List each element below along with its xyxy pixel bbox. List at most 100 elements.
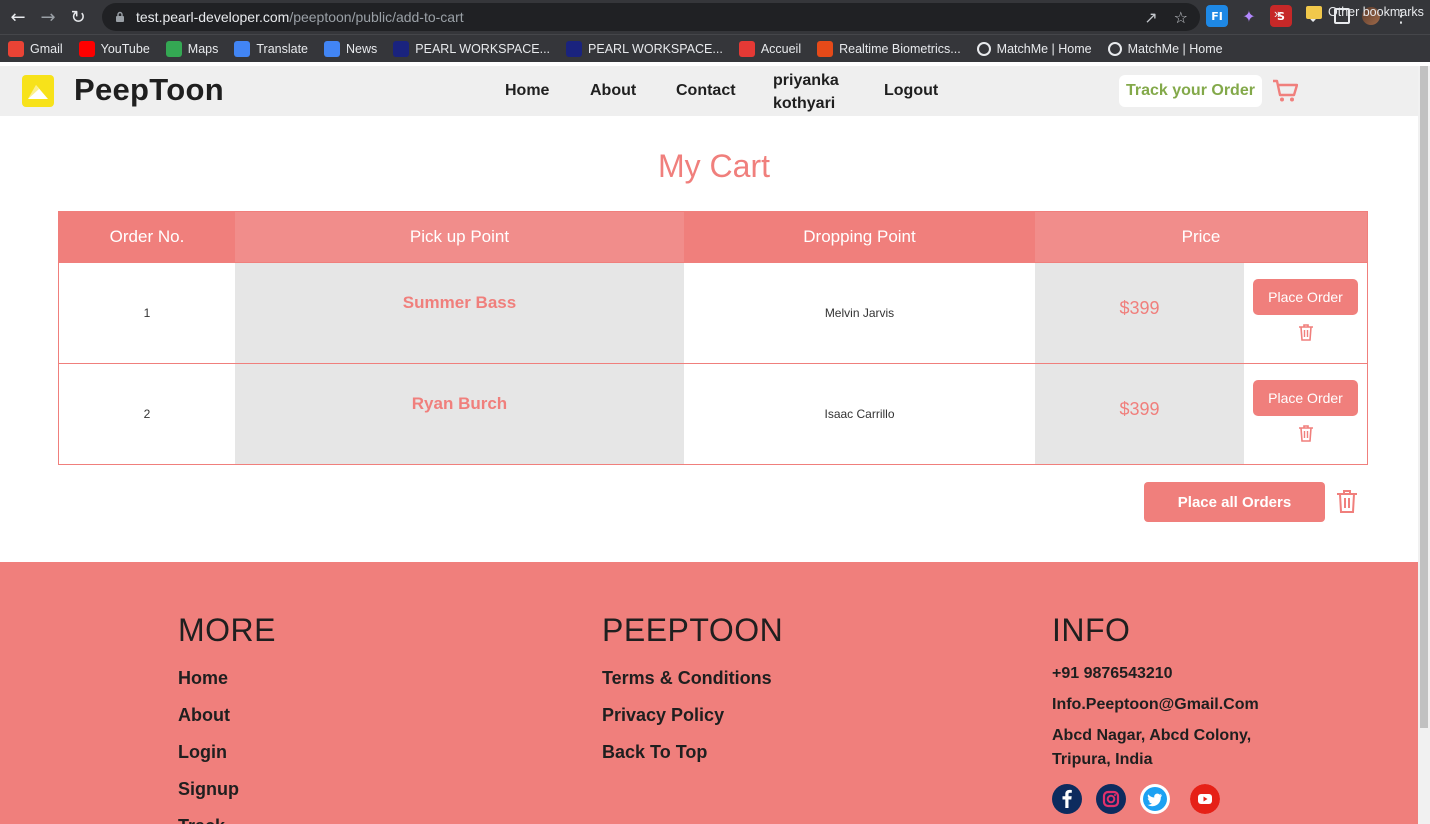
footer-link-track[interactable]: Track: [178, 816, 225, 824]
footer-link-home[interactable]: Home: [178, 668, 228, 689]
bookmark-star-icon[interactable]: ☆: [1174, 8, 1188, 27]
user-last-name: kothyari: [773, 95, 836, 112]
globe-icon: [1107, 41, 1122, 56]
cell-pickup: Ryan Burch: [235, 364, 684, 464]
footer-link-signup[interactable]: Signup: [178, 779, 239, 800]
bookmark-label: MatchMe | Home: [996, 41, 1092, 56]
col-dropping: Dropping Point: [684, 212, 1035, 262]
cell-actions: Place Order: [1244, 263, 1367, 363]
url-text: test.pearl-developer.com/peeptoon/public…: [136, 9, 464, 25]
biometrics-icon: [817, 40, 834, 57]
footer-address-line2: Tripura, India: [1052, 751, 1153, 768]
peeptoon-logo-icon[interactable]: [22, 75, 54, 107]
footer-email: Info.Peeptoon@Gmail.Com: [1052, 696, 1259, 713]
track-order-button[interactable]: Track your Order: [1119, 75, 1262, 107]
nav-logout[interactable]: Logout: [884, 82, 938, 100]
maps-icon: [165, 40, 182, 57]
footer-link-login[interactable]: Login: [178, 742, 227, 763]
extension-feather-icon[interactable]: ✦: [1238, 5, 1260, 27]
bookmark-item[interactable]: PEARL WORKSPACE...: [385, 40, 558, 57]
bookmark-item[interactable]: MatchMe | Home: [1100, 41, 1231, 56]
bookmark-item[interactable]: Realtime Biometrics...: [809, 40, 969, 57]
bookmark-label: Realtime Biometrics...: [839, 41, 961, 56]
bookmark-item[interactable]: PEARL WORKSPACE...: [558, 40, 731, 57]
facebook-icon[interactable]: [1052, 784, 1082, 814]
globe-icon: [976, 41, 991, 56]
other-bookmarks-label: Other bookmarks: [1328, 5, 1424, 19]
nav-about[interactable]: About: [590, 82, 636, 100]
footer-phone: +91 9876543210: [1052, 665, 1173, 682]
page-scrollbar[interactable]: [1418, 66, 1430, 824]
nav-user-name[interactable]: priyanka kothyari: [773, 69, 853, 115]
user-first-name: priyanka: [773, 72, 839, 89]
cell-order-no: 2: [143, 407, 151, 421]
trash-icon[interactable]: [1298, 424, 1314, 442]
youtube-icon: [78, 40, 95, 57]
trash-all-icon[interactable]: [1336, 489, 1358, 514]
cell-pickup: Summer Bass: [235, 263, 684, 363]
scrollbar-thumb[interactable]: [1420, 66, 1428, 728]
footer-info-title: INFO: [1052, 612, 1131, 648]
col-price: Price: [1035, 212, 1367, 262]
bookmarks-more[interactable]: »: [1274, 6, 1281, 21]
pearl-icon: [566, 40, 583, 57]
place-order-button[interactable]: Place Order: [1253, 279, 1358, 315]
bookmark-item[interactable]: Accueil: [731, 40, 809, 57]
site-footer: MORE Home About Login Signup Track PEEPT…: [0, 562, 1418, 824]
reload-icon[interactable]: ↻: [64, 3, 92, 31]
extension-fi-icon[interactable]: FI: [1206, 5, 1228, 27]
site-header: PeepToon Home About Contact priyanka kot…: [0, 66, 1418, 116]
cell-dropping: Melvin Jarvis: [824, 306, 895, 320]
bookmark-label: Maps: [187, 41, 219, 56]
bookmark-label: Accueil: [760, 41, 802, 56]
nav-contact[interactable]: Contact: [676, 82, 736, 100]
brand-name[interactable]: PeepToon: [74, 72, 224, 108]
twitter-icon[interactable]: [1140, 784, 1170, 814]
lock-icon: [116, 11, 124, 22]
bookmark-label: MatchMe | Home: [1127, 41, 1223, 56]
cell-price: $399: [1035, 364, 1244, 464]
footer-peeptoon-title: PEEPTOON: [602, 612, 784, 648]
translate-icon: [234, 40, 251, 57]
bookmark-item[interactable]: MatchMe | Home: [969, 41, 1100, 56]
bookmark-label: PEARL WORKSPACE...: [415, 41, 551, 56]
table-row: 1 Summer Bass Melvin Jarvis $399 Place O…: [59, 262, 1367, 363]
cart-icon[interactable]: [1272, 79, 1298, 103]
nav-home[interactable]: Home: [505, 82, 549, 100]
forward-icon[interactable]: →: [34, 3, 62, 31]
bookmark-item[interactable]: Gmail: [0, 40, 71, 57]
footer-link-terms[interactable]: Terms & Conditions: [602, 668, 772, 689]
other-bookmarks[interactable]: Other bookmarks: [1306, 5, 1424, 19]
youtube-icon[interactable]: [1190, 784, 1220, 814]
footer-more-title: MORE: [178, 612, 276, 648]
cell-actions: Place Order: [1244, 364, 1367, 464]
bookmark-label: Gmail: [30, 41, 63, 56]
bookmark-label: Translate: [256, 41, 309, 56]
gmail-icon: [8, 40, 24, 57]
cell-price: $399: [1035, 263, 1244, 363]
trash-icon[interactable]: [1298, 323, 1314, 341]
page-title: My Cart: [658, 148, 770, 184]
address-bar[interactable]: test.pearl-developer.com/peeptoon/public…: [102, 3, 1200, 31]
instagram-icon[interactable]: [1096, 784, 1126, 814]
place-order-button[interactable]: Place Order: [1253, 380, 1358, 416]
footer-link-back-to-top[interactable]: Back To Top: [602, 742, 707, 763]
bookmark-item[interactable]: YouTube: [71, 40, 158, 57]
place-all-orders-button[interactable]: Place all Orders: [1144, 482, 1325, 522]
back-icon[interactable]: ←: [4, 3, 32, 31]
col-order-no: Order No.: [59, 212, 235, 262]
bookmark-item[interactable]: Maps: [158, 40, 227, 57]
bookmark-label: News: [346, 41, 378, 56]
bookmarks-bar: Gmail YouTube Maps Translate News PEARL WORKS…: [0, 34, 1430, 62]
folder-icon: [1306, 5, 1322, 19]
bookmark-item[interactable]: News: [316, 40, 385, 57]
cart-table: Order No. Pick up Point Dropping Point P…: [58, 211, 1368, 465]
footer-link-about[interactable]: About: [178, 705, 230, 726]
pearl-icon: [393, 40, 410, 57]
cell-dropping: Isaac Carrillo: [824, 407, 895, 421]
page-viewport: PeepToon Home About Contact priyanka kot…: [0, 66, 1418, 824]
bookmark-item[interactable]: Translate: [226, 40, 316, 57]
footer-link-privacy[interactable]: Privacy Policy: [602, 705, 724, 726]
share-icon[interactable]: ↗: [1144, 8, 1157, 27]
cell-order-no: 1: [143, 306, 151, 320]
